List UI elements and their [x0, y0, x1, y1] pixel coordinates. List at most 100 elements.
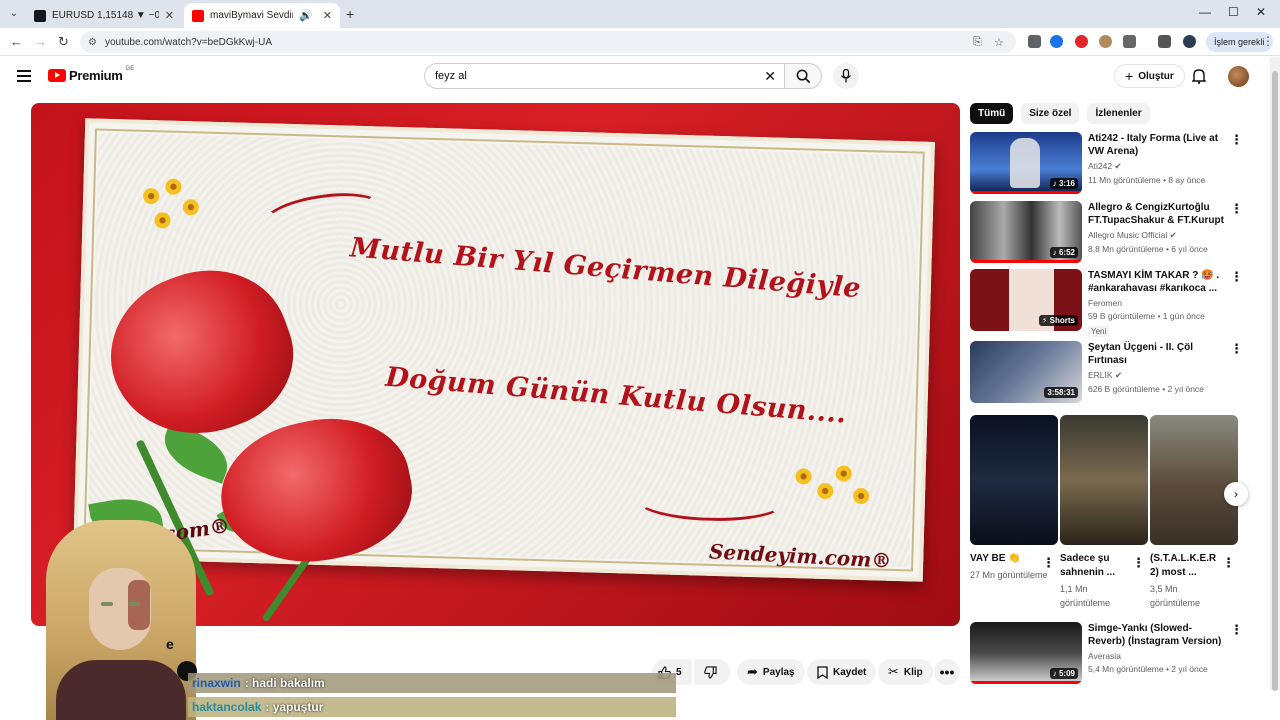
reading-list-icon[interactable]: [1158, 35, 1171, 48]
url-text: youtube.com/watch?v=beDGkKwj-UA: [104, 36, 272, 48]
install-icon[interactable]: ⎘: [973, 36, 982, 49]
video-thumbnail[interactable]: ⚡ Shorts: [970, 269, 1082, 331]
clip-label: Klip: [903, 666, 923, 678]
menu-icon[interactable]: [17, 70, 31, 82]
more-options-icon[interactable]: ⋮: [1132, 555, 1145, 571]
recommended-video[interactable]: ⚡ Shorts TASMAYI KİM TAKAR ? 🥵 . #ankara…: [970, 269, 1260, 337]
search-button[interactable]: [784, 63, 822, 89]
site-info-icon[interactable]: ⚙: [88, 37, 97, 48]
reload-icon[interactable]: ↻: [58, 34, 69, 50]
chip-watched[interactable]: İzlenenler: [1087, 103, 1150, 124]
channel-name[interactable]: Feromen: [1088, 298, 1228, 308]
bookmark-star-icon[interactable]: ☆: [994, 36, 1004, 49]
video-thumbnail[interactable]: ♪ 5:09: [970, 622, 1082, 684]
tab-eurusd[interactable]: EURUSD 1,15148 ▼ −0.22% Adı ✕: [26, 3, 182, 28]
short-title[interactable]: Sadece şu sahnenin ...: [1060, 552, 1130, 580]
verified-icon: ✔: [1169, 230, 1177, 240]
short-info: Sadece şu sahnenin ... 1,1 Mn görüntülem…: [1060, 552, 1130, 610]
save-button[interactable]: Kaydet: [807, 659, 877, 685]
short-thumbnail[interactable]: [1150, 415, 1238, 545]
extension-audio-icon[interactable]: [1050, 35, 1063, 48]
more-options-icon[interactable]: ⋮: [1230, 132, 1243, 148]
recommended-video[interactable]: 3:58:31 Şeytan Üçgeni - II. Çöl Fırtınas…: [970, 341, 1260, 403]
video-title[interactable]: Simge-Yankı (Slowed-Reverb) (İnstagram V…: [1088, 622, 1228, 648]
close-window-icon[interactable]: ✕: [1256, 5, 1266, 19]
more-actions-button[interactable]: •••: [934, 659, 960, 685]
channel-name[interactable]: Allegro Music Official ✔: [1088, 230, 1228, 241]
save-label: Kaydet: [833, 666, 867, 678]
tab-youtube[interactable]: maviBymavi Sevdim İşte - YouTube 🔊 ✕: [184, 3, 340, 28]
more-options-icon[interactable]: ⋮: [1042, 555, 1055, 571]
voice-search-button[interactable]: [833, 63, 859, 89]
profile-avatar-icon[interactable]: [1183, 35, 1196, 48]
tab-search-icon[interactable]: ⌄: [6, 6, 22, 22]
video-meta: 59 B görüntüleme • 1 gün önce: [1088, 311, 1205, 321]
dislike-button[interactable]: [694, 659, 730, 685]
duration-badge: ♪ 5:09: [1049, 668, 1078, 679]
video-thumbnail[interactable]: ♪ 6:52: [970, 201, 1082, 263]
new-badge: Yeni: [1088, 326, 1110, 337]
video-title[interactable]: Allegro & CengizKurtoğlu FT.TupacShakur …: [1088, 201, 1228, 227]
chip-for-you[interactable]: Size özel: [1021, 103, 1080, 124]
short-info: (S.T.A.L.K.E.R 2) most ... 3,5 Mn görünt…: [1150, 552, 1216, 610]
duration-badge: ♪ 3:16: [1049, 178, 1078, 189]
chevron-right-icon[interactable]: ›: [1224, 482, 1248, 506]
video-title[interactable]: Ati242 - Italy Forma (Live at VW Arena): [1088, 132, 1228, 158]
youtube-header: Premium GE feyz al ✕ + Oluştur: [0, 57, 1280, 97]
create-button[interactable]: + Oluştur: [1114, 64, 1185, 88]
channel-name[interactable]: Averasia: [1088, 651, 1228, 661]
channel-name[interactable]: Ati242 ✔: [1088, 161, 1228, 172]
speaker-icon[interactable]: 🔊: [299, 9, 313, 22]
tab-title: EURUSD 1,15148 ▼ −0.22% Adı: [52, 10, 159, 21]
extension-adblock-icon[interactable]: [1075, 35, 1088, 48]
short-thumbnail[interactable]: [1060, 415, 1148, 545]
youtube-logo[interactable]: Premium GE: [48, 66, 134, 83]
notifications-bell-icon[interactable]: [1192, 68, 1206, 84]
extensions-puzzle-icon[interactable]: [1123, 35, 1136, 48]
chip-all[interactable]: Tümü: [970, 103, 1014, 124]
video-title[interactable]: TASMAYI KİM TAKAR ? 🥵 . #ankarahavası #k…: [1088, 269, 1228, 295]
video-thumbnail[interactable]: 3:58:31: [970, 341, 1082, 403]
address-bar[interactable]: ⚙ youtube.com/watch?v=beDGkKwj-UA ⎘ ☆: [80, 31, 1016, 53]
recommended-video[interactable]: ♪ 5:09 Simge-Yankı (Slowed-Reverb) (İnst…: [970, 622, 1260, 684]
more-options-icon[interactable]: ⋮: [1230, 341, 1243, 357]
video-thumbnail[interactable]: ♪ 3:16: [970, 132, 1082, 194]
search-input[interactable]: feyz al ✕: [424, 63, 784, 89]
back-icon[interactable]: ←: [10, 34, 23, 49]
browser-tab-bar: ⌄ EURUSD 1,15148 ▼ −0.22% Adı ✕ maviByma…: [0, 0, 1280, 28]
channel-name[interactable]: ERLİK ✔: [1088, 370, 1228, 381]
chrome-menu-icon[interactable]: ⋮: [1262, 34, 1274, 48]
minimize-icon[interactable]: —: [1199, 5, 1211, 19]
mic-icon: [840, 69, 852, 83]
more-options-icon[interactable]: ⋮: [1222, 555, 1235, 571]
video-title[interactable]: Şeytan Üçgeni - II. Çöl Fırtınası: [1088, 341, 1228, 367]
short-thumbnail[interactable]: [970, 415, 1058, 545]
clip-button[interactable]: ✂ Klip: [878, 659, 933, 685]
like-count: 5: [676, 666, 682, 678]
youtube-play-icon: [48, 69, 66, 82]
short-title[interactable]: (S.T.A.L.K.E.R 2) most ...: [1150, 552, 1216, 580]
clear-search-icon[interactable]: ✕: [764, 68, 776, 85]
page-scrollbar[interactable]: [1270, 57, 1280, 691]
more-options-icon[interactable]: ⋮: [1230, 269, 1243, 285]
duration-badge: ♪ 6:52: [1049, 247, 1078, 258]
maximize-icon[interactable]: ☐: [1228, 5, 1239, 19]
account-avatar[interactable]: [1228, 66, 1249, 87]
share-button[interactable]: ➦ Paylaş: [737, 659, 805, 685]
share-icon: ➦: [747, 664, 758, 679]
video-meta: 8,8 Mn görüntüleme • 6 yıl önce: [1088, 244, 1208, 254]
close-tab-icon[interactable]: ✕: [165, 9, 174, 22]
new-tab-icon[interactable]: +: [346, 6, 354, 22]
search-query[interactable]: feyz al: [435, 70, 764, 82]
tab-title: maviBymavi Sevdim İşte - YouTube: [210, 10, 293, 21]
duration-badge: 3:58:31: [1044, 387, 1078, 398]
recommended-video[interactable]: ♪ 6:52 Allegro & CengizKurtoğlu FT.Tupac…: [970, 201, 1260, 263]
recommended-video[interactable]: ♪ 3:16 Ati242 - Italy Forma (Live at VW …: [970, 132, 1260, 194]
short-views: 1,1 Mn görüntüleme: [1060, 584, 1111, 608]
extension-cookie-icon[interactable]: [1099, 35, 1112, 48]
more-options-icon[interactable]: ⋮: [1230, 201, 1243, 217]
forward-icon[interactable]: →: [34, 34, 47, 49]
close-tab-icon[interactable]: ✕: [323, 9, 332, 22]
more-options-icon[interactable]: ⋮: [1230, 622, 1243, 638]
extension-translate-icon[interactable]: [1028, 35, 1041, 48]
